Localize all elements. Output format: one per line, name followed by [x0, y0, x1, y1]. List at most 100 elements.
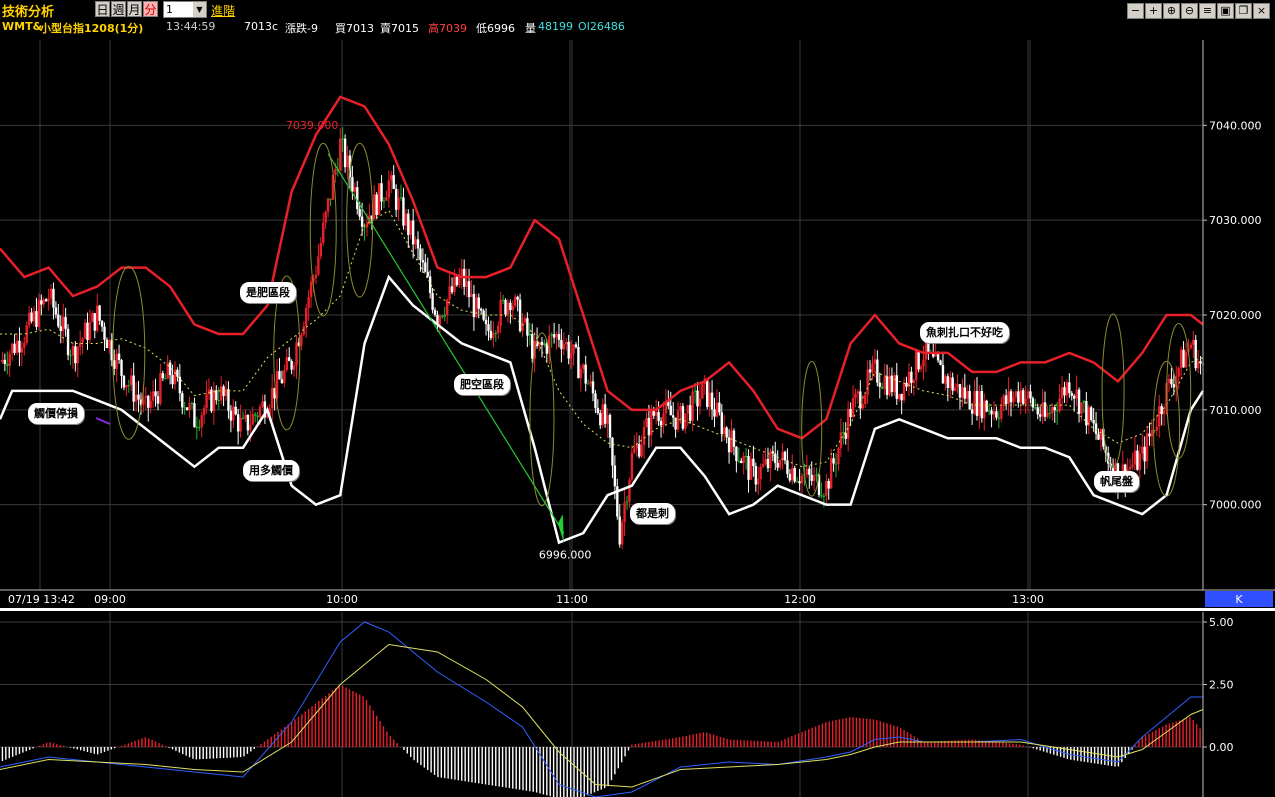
candle-body — [540, 341, 544, 345]
app-title: 技術分析 — [2, 5, 55, 20]
candle-body — [987, 410, 991, 412]
candle-body — [74, 346, 77, 364]
candle-body — [764, 458, 767, 465]
candle-body — [173, 369, 177, 385]
candle-body — [786, 460, 789, 474]
candle-body — [300, 334, 303, 346]
candle-body — [596, 407, 600, 413]
candle-body — [975, 391, 979, 416]
candle-body — [783, 451, 787, 461]
candle-body — [620, 522, 624, 545]
candle-body — [122, 375, 126, 388]
candle-body — [686, 405, 689, 414]
candle-body — [171, 375, 174, 385]
zoom-in-icon[interactable]: ⊕ — [1163, 3, 1180, 19]
candle-body — [776, 462, 779, 468]
candle-body — [1184, 351, 1188, 368]
candle-body — [426, 271, 429, 277]
candle-body — [603, 404, 607, 424]
candle-body — [808, 468, 811, 475]
candle-body — [990, 410, 993, 415]
candle-body — [47, 298, 50, 302]
candle-body — [851, 398, 855, 418]
candle-body — [1026, 391, 1030, 399]
candle-body — [236, 414, 240, 432]
candle-body — [795, 481, 799, 483]
plus-icon[interactable]: + — [1145, 3, 1162, 19]
candle-body — [1148, 433, 1151, 437]
candle-body — [606, 414, 609, 424]
candle-body — [584, 364, 587, 384]
candle-body — [956, 384, 959, 388]
chart-area[interactable]: 7039.000 6996.000 K 7040.000 7030.000 7020.0… — [0, 40, 1275, 797]
candle-body — [494, 332, 497, 334]
candle-body — [467, 281, 471, 298]
candle-body — [863, 395, 867, 405]
candle-body — [1133, 450, 1137, 465]
close-icon[interactable]: × — [1253, 3, 1270, 19]
candle-body — [1094, 423, 1098, 434]
candle-body — [482, 310, 485, 320]
candle-body — [23, 342, 26, 348]
save-icon[interactable]: ▣ — [1217, 3, 1234, 19]
candle-body — [885, 376, 889, 395]
candle-body — [689, 405, 692, 421]
candle-body — [521, 322, 524, 332]
advanced-link[interactable]: 進階 — [211, 2, 235, 19]
chevron-down-icon[interactable]: ▼ — [193, 2, 206, 17]
candle-body — [740, 460, 743, 464]
quote-last: 7013c — [244, 20, 279, 33]
candle-body — [360, 216, 364, 227]
period-day-button[interactable]: 日 — [95, 1, 110, 17]
candle-body — [963, 387, 967, 399]
candle-body — [353, 187, 357, 192]
candle-body — [1034, 407, 1037, 409]
candle-body — [326, 198, 330, 212]
candle-body — [647, 418, 651, 436]
candle-body — [1014, 391, 1018, 397]
candle-body — [10, 343, 14, 354]
candle-body — [844, 433, 847, 439]
candle-body — [149, 400, 152, 408]
interval-select[interactable]: 1 ▼ — [163, 1, 207, 18]
candle-body — [134, 394, 138, 402]
candle-body — [849, 408, 852, 418]
candle-body — [166, 362, 169, 379]
candle-body — [504, 299, 507, 315]
candle-body — [569, 353, 573, 359]
candle-body — [640, 445, 643, 457]
period-month-button[interactable]: 月 — [127, 1, 142, 17]
candle-body — [902, 382, 906, 401]
candle-body — [927, 341, 930, 354]
candle-body — [526, 318, 529, 336]
candle-body — [59, 326, 62, 332]
candle-body — [1160, 406, 1163, 415]
candle-body — [188, 402, 191, 410]
zoom-out-icon[interactable]: ⊖ — [1181, 3, 1198, 19]
candle-body — [1143, 446, 1146, 462]
quote-symbol: 小型台指1208(1分) — [40, 22, 144, 35]
period-minute-button[interactable]: 分 — [143, 1, 158, 17]
candle-body — [392, 175, 395, 189]
candle-body — [815, 474, 818, 476]
minus-icon[interactable]: − — [1127, 3, 1144, 19]
candle-body — [968, 390, 971, 410]
candle-body — [949, 377, 952, 388]
candle-body — [219, 386, 223, 401]
candle-body — [501, 299, 505, 301]
candle-body — [18, 340, 21, 353]
candle-body — [846, 408, 850, 439]
candle-body — [448, 286, 451, 300]
period-week-button[interactable]: 週 — [111, 1, 126, 17]
candle-body — [32, 311, 36, 322]
settings-icon[interactable]: ≡ — [1199, 3, 1216, 19]
candle-body — [635, 444, 638, 449]
candle-body — [212, 390, 216, 412]
candle-body — [800, 475, 804, 484]
candle-body — [735, 446, 738, 461]
candle-body — [1017, 391, 1020, 403]
candle-body — [873, 359, 877, 364]
restore-icon[interactable]: ❐ — [1235, 3, 1252, 19]
candle-body — [628, 479, 631, 502]
candle-body — [941, 364, 945, 384]
